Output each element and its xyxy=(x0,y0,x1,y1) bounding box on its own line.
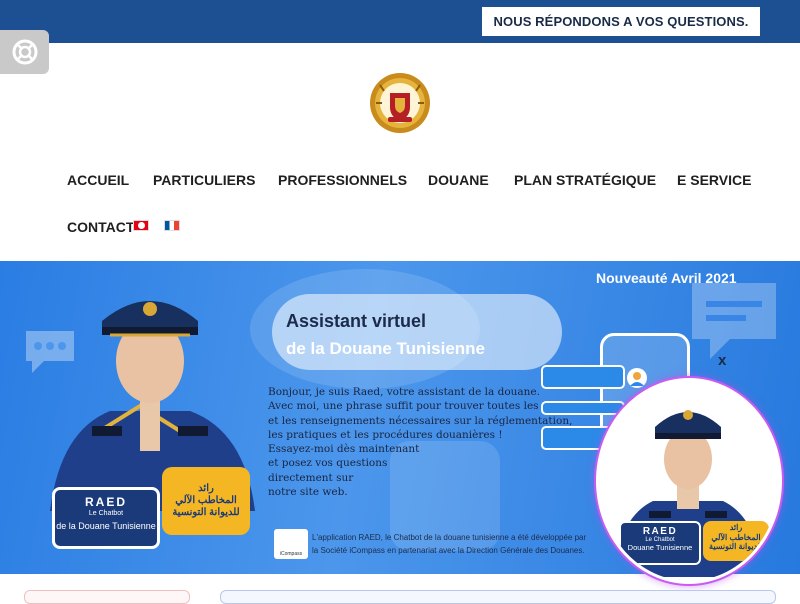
icompass-logo: iCompass xyxy=(274,529,308,559)
chatbot-arabic-badge: رائد المخاطب الآلي للديوانة التونسية xyxy=(703,521,769,561)
chatbot-raed-name: RAED xyxy=(642,526,678,537)
user-avatar-icon xyxy=(627,368,647,388)
customs-emblem-logo[interactable] xyxy=(368,71,432,135)
banner-subtitle: de la Douane Tunisienne xyxy=(286,339,485,358)
intro-line: Avec moi, une phrase suffit pour trouver… xyxy=(268,400,610,413)
raed-badge: RAED Le Chatbot de la Douane Tunisienne xyxy=(52,487,160,549)
france-flag-icon[interactable] xyxy=(164,220,180,231)
intro-text: Bonjour, je suis Raed, votre assistant d… xyxy=(268,385,610,499)
raed-name: RAED xyxy=(84,495,127,509)
intro-line: Essayez-moi dès maintenant xyxy=(268,443,420,456)
questions-link[interactable]: NOUS RÉPONDONS A VOS QUESTIONS. xyxy=(482,7,760,36)
logo-caption: iCompass xyxy=(279,551,303,557)
news-tag: Nouveauté Avril 2021 xyxy=(596,270,737,286)
banner-title: Assistant virtuel xyxy=(286,311,427,331)
nav-particuliers[interactable]: PARTICULIERS xyxy=(153,172,255,188)
content-card-right xyxy=(220,590,776,604)
nav-douane[interactable]: DOUANE xyxy=(428,172,489,188)
content-card-left xyxy=(24,590,190,604)
raed-subtitle: Le Chatbot xyxy=(88,510,124,517)
credit-line: L'application RAED, le Chatbot de la dou… xyxy=(312,533,587,542)
intro-line: Bonjour, je suis Raed, votre assistant d… xyxy=(268,386,540,398)
nav-contact[interactable]: CONTACT xyxy=(67,219,134,235)
raed-arabic-name: رائد xyxy=(198,483,214,494)
chatbot-arabic-line: للديوانة التونسية xyxy=(709,542,763,551)
chatbot-raed-badge: RAED Le Chatbot Douane Tunisienne xyxy=(619,521,701,565)
nav-plan-strategique[interactable]: PLAN STRATÉGIQUE xyxy=(514,172,656,188)
chat-message-bubble xyxy=(541,365,625,389)
chatbot-close-button[interactable]: x xyxy=(718,352,726,369)
intro-line: les pratiques et les procédures douanièr… xyxy=(268,428,503,441)
nav-e-service[interactable]: E SERVICE xyxy=(677,172,751,188)
raed-arabic-line: للديوانة التونسية xyxy=(172,507,240,518)
accessibility-button[interactable] xyxy=(0,30,49,74)
raed-arabic-line: المخاطب الآلي xyxy=(175,495,237,506)
intro-line: directement sur xyxy=(268,471,354,484)
chatbot-arabic-line: المخاطب الآلي xyxy=(711,532,761,542)
intro-line: notre site web. xyxy=(268,486,348,499)
nav-accueil[interactable]: ACCUEIL xyxy=(67,172,129,188)
chat-bubble-icon xyxy=(692,283,776,359)
chatbot-launcher[interactable]: RAED Le Chatbot Douane Tunisienne رائد ا… xyxy=(596,378,782,584)
intro-line: et les renseignements nécessaires sur la… xyxy=(268,414,573,427)
tunisia-flag-icon[interactable] xyxy=(133,220,149,231)
nav-professionnels[interactable]: PROFESSIONNELS xyxy=(278,172,407,188)
raed-org: de la Douane Tunisienne xyxy=(56,521,156,531)
chatbot-raed-org: Douane Tunisienne xyxy=(627,543,693,552)
credit-line: la Société iCompass en partenariat avec … xyxy=(312,546,585,555)
credit-text: L'application RAED, le Chatbot de la dou… xyxy=(312,531,632,557)
lifebuoy-icon xyxy=(12,39,37,65)
raed-arabic-badge: رائد المخاطب الآلي للديوانة التونسية xyxy=(162,467,250,535)
intro-line: et posez vos questions xyxy=(268,457,388,470)
chatbot-arabic-name: رائد xyxy=(729,523,743,532)
top-bar: NOUS RÉPONDONS A VOS QUESTIONS. xyxy=(0,0,800,43)
